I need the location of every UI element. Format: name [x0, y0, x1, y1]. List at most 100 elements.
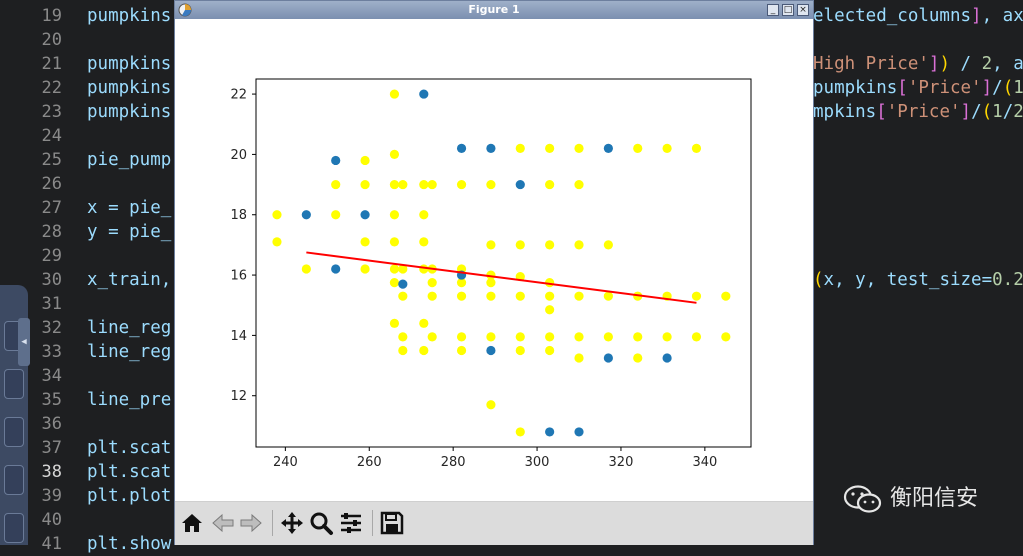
- yellow-data-point: [398, 345, 408, 356]
- code-text-left: pumpkins: [87, 102, 172, 122]
- side-panel-button[interactable]: [4, 417, 24, 447]
- yellow-data-point: [456, 291, 467, 301]
- yellow-data-point: [419, 318, 429, 328]
- yellow-data-point: [360, 155, 370, 166]
- code-text-left: y = pie_: [87, 222, 172, 242]
- yellow-data-point: [427, 278, 437, 288]
- yellow-data-point: [486, 179, 496, 190]
- line-number: 19: [41, 6, 62, 26]
- blue-data-point: [419, 89, 429, 99]
- yellow-data-point: [389, 318, 400, 328]
- watermark-text: 衡阳信安: [890, 486, 979, 511]
- minimize-button[interactable]: _: [767, 4, 779, 16]
- figure-title: Figure 1: [468, 3, 520, 16]
- code-text-left: x = pie_: [87, 198, 172, 218]
- home-icon[interactable]: [179, 510, 205, 536]
- plot-canvas[interactable]: 240 260 280 300 320 340 12 14 16 18 20 22: [175, 19, 813, 501]
- yellow-data-point: [419, 210, 429, 220]
- code-text-left: pie_pump: [87, 150, 172, 170]
- blue-data-point: [662, 353, 672, 363]
- blue-data-point: [486, 345, 496, 356]
- blue-data-point: [574, 427, 584, 437]
- line-number: 26: [41, 174, 62, 194]
- x-tick-label: 320: [609, 455, 634, 470]
- back-icon[interactable]: [210, 510, 236, 536]
- yellow-data-point: [545, 332, 555, 342]
- line-number: 27: [41, 198, 62, 218]
- y-tick-label: 16: [230, 269, 247, 284]
- x-tick-label: 260: [357, 455, 382, 470]
- yellow-data-point: [389, 149, 400, 160]
- yellow-data-point: [721, 291, 731, 301]
- yellow-data-point: [486, 278, 496, 288]
- yellow-data-point: [331, 179, 341, 190]
- yellow-data-point: [633, 353, 643, 363]
- yellow-data-point: [691, 332, 702, 342]
- toolbar-separator: [372, 510, 373, 536]
- x-tick-label: 280: [441, 455, 466, 470]
- y-tick-label: 22: [230, 88, 247, 103]
- x-tick-label: 240: [273, 455, 298, 470]
- code-text-left: pumpkins: [87, 54, 172, 74]
- yellow-data-point: [419, 237, 429, 247]
- y-tick-label: 18: [230, 208, 247, 223]
- pan-icon[interactable]: [279, 510, 305, 536]
- y-tick-label: 12: [230, 389, 247, 404]
- yellow-data-point: [398, 291, 408, 301]
- blue-data-point: [331, 264, 341, 274]
- save-icon[interactable]: [379, 510, 405, 536]
- yellow-data-point: [574, 353, 584, 363]
- yellow-data-point: [545, 179, 555, 190]
- line-number: 28: [41, 222, 62, 242]
- blue-data-point: [603, 143, 613, 153]
- configure-icon[interactable]: [338, 510, 364, 536]
- y-tick-label: 20: [230, 148, 247, 163]
- forward-icon[interactable]: [238, 510, 264, 536]
- yellow-data-point: [486, 291, 496, 301]
- code-text-right: pumpkins['Price']/(1: [813, 78, 1023, 98]
- blue-data-point: [456, 143, 467, 153]
- yellow-data-point: [389, 278, 400, 288]
- yellow-data-point: [331, 210, 341, 220]
- side-panel-button[interactable]: [4, 465, 24, 495]
- yellow-data-point: [574, 143, 584, 153]
- scatter-chart: 240 260 280 300 320 340 12 14 16 18 20 22: [230, 78, 752, 470]
- blue-data-point: [360, 210, 370, 220]
- side-panel-button[interactable]: [4, 513, 24, 543]
- side-panel-button[interactable]: [4, 369, 24, 399]
- yellow-data-point: [456, 345, 467, 356]
- yellow-data-point: [486, 240, 496, 250]
- code-text-left: line_reg: [87, 342, 172, 362]
- yellow-data-point: [545, 305, 555, 315]
- yellow-data-point: [389, 179, 400, 190]
- yellow-data-point: [360, 179, 370, 190]
- axes-frame: [255, 78, 752, 448]
- zoom-icon[interactable]: [308, 510, 334, 536]
- yellow-data-point: [360, 264, 370, 274]
- blue-data-point: [331, 155, 341, 166]
- yellow-data-point: [515, 345, 525, 356]
- yellow-data-point: [360, 237, 370, 247]
- x-tick-label: 340: [692, 455, 717, 470]
- figure-titlebar[interactable]: Figure 1 _ □ ×: [175, 1, 813, 19]
- line-number: 29: [41, 246, 62, 266]
- close-button[interactable]: ×: [797, 4, 809, 16]
- yellow-data-point: [486, 332, 496, 342]
- yellow-data-point: [419, 179, 429, 190]
- yellow-data-point: [691, 291, 702, 301]
- blue-data-point: [515, 179, 525, 190]
- yellow-data-point: [662, 332, 672, 342]
- yellow-data-point: [633, 143, 643, 153]
- yellow-data-point: [603, 291, 613, 301]
- yellow-data-point: [574, 240, 584, 250]
- yellow-data-point: [545, 291, 555, 301]
- yellow-data-point: [574, 179, 584, 190]
- code-text-right: High Price']) / 2, a: [813, 54, 1023, 74]
- figure-window: Figure 1 _ □ × 240 260 280 300 320 340 12 14 16 1…: [174, 0, 814, 545]
- code-text-left: x_train,: [87, 270, 172, 290]
- yellow-data-point: [545, 143, 555, 153]
- code-text-left: pumpkins: [87, 78, 172, 98]
- panel-collapse-handle[interactable]: ◀: [18, 318, 30, 366]
- yellow-data-point: [389, 264, 400, 274]
- maximize-button[interactable]: □: [782, 4, 794, 16]
